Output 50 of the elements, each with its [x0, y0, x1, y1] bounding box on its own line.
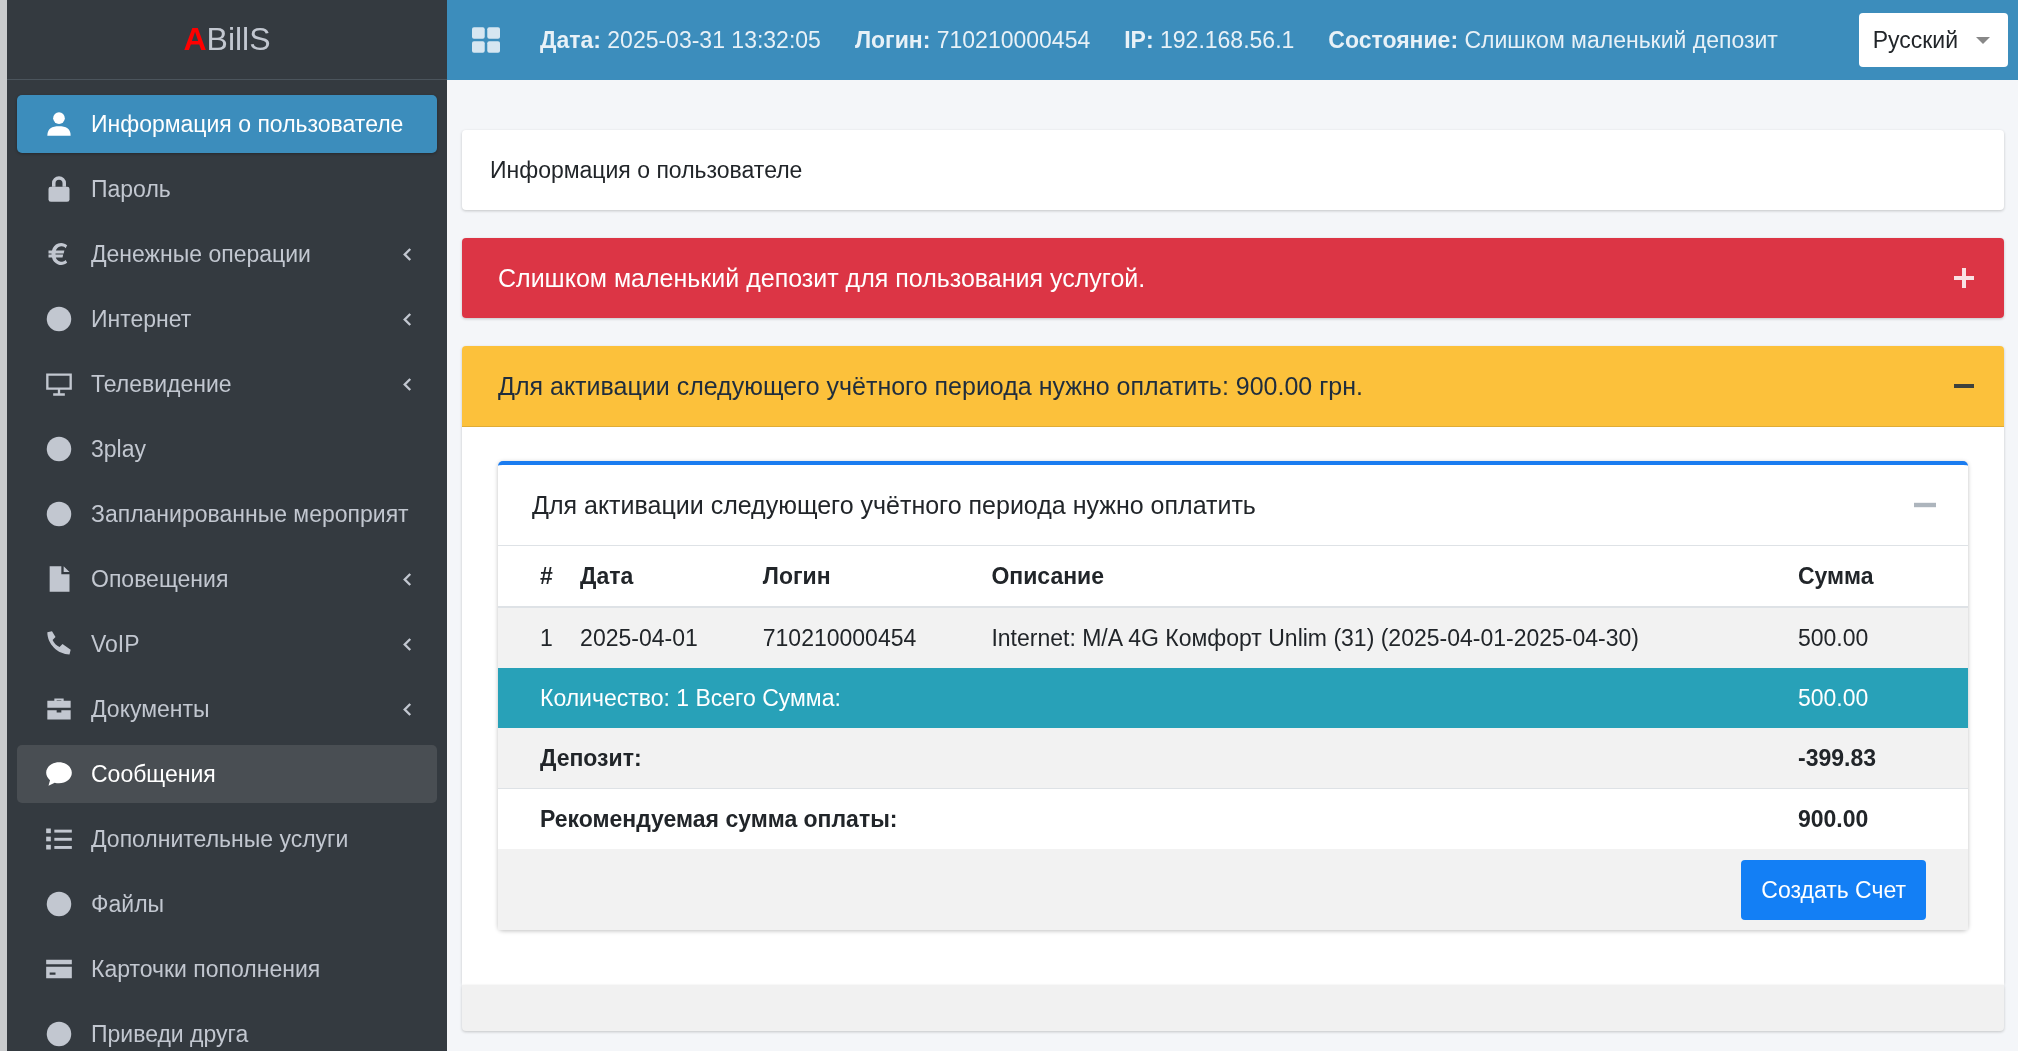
sidebar-item[interactable]: Приведи друга — [17, 1005, 437, 1051]
column-header: # — [498, 546, 563, 607]
header-info: Состояние: Слишком маленький депозит — [1328, 26, 1778, 54]
alert-text: Слишком маленький депозит для пользования услугой. — [498, 263, 1146, 293]
user-icon — [45, 110, 73, 138]
alert-text: Для активации следующего учётного периода нужно оплатить: 900.00 грн. — [498, 371, 1363, 401]
table-cell: 710210000454 — [720, 607, 950, 668]
card-title: Для активации следующего учётного периода нужно оплатить — [532, 490, 1256, 520]
page-title: Информация о пользователе — [490, 156, 803, 184]
table-cell: 500.00 — [1756, 668, 1968, 728]
header-info: Логин: 710210000454 — [854, 26, 1091, 54]
plus-icon[interactable] — [1954, 268, 1974, 288]
table-cell: 1 — [498, 607, 563, 668]
sidebar-item[interactable]: Дополнительные услуги — [17, 810, 437, 868]
table-cell: Рекомендуемая сумма оплаты: — [498, 788, 1756, 849]
sidebar-item[interactable]: Информация о пользователе — [17, 95, 437, 153]
table-cell: 2025-04-01 — [562, 607, 721, 668]
sidebar-item[interactable]: Файлы — [17, 875, 437, 933]
speech-bubble-icon — [45, 760, 73, 788]
grid-menu-icon[interactable] — [472, 27, 500, 53]
circle-icon — [45, 305, 73, 333]
sidebar-item[interactable]: Документы — [17, 680, 437, 738]
create-invoice-button[interactable]: Создать Счет — [1741, 860, 1926, 920]
table-cell: 500.00 — [1756, 607, 1968, 668]
sidebar-item[interactable]: Карточки пополнения — [17, 940, 437, 998]
header-info: IP: 192.168.56.1 — [1124, 26, 1295, 54]
sidebar-item[interactable]: Сообщения — [17, 745, 437, 803]
column-header: Сумма — [1756, 546, 1968, 607]
circle-icon — [45, 500, 73, 528]
column-header: Описание — [949, 546, 1756, 607]
sidebar-item[interactable]: Пароль — [17, 160, 437, 218]
table-cell: Internet: M/A 4G Комфорт Unlim (31) (2025-04-01-2025-04-30) — [949, 607, 1756, 668]
sidebar-item[interactable]: 3play — [17, 420, 437, 478]
table-cell: Депозит: — [498, 728, 1756, 789]
circle-icon — [45, 435, 73, 463]
sidebar-item[interactable]: VoIP — [17, 615, 437, 673]
header-info: Дата: 2025-03-31 13:32:05 — [540, 26, 821, 54]
sidebar-item[interactable]: Телевидение — [17, 355, 437, 413]
sidebar-item[interactable]: Оповещения — [17, 550, 437, 608]
language-select[interactable]: Русский — [1858, 13, 2008, 67]
column-header: Логин — [720, 546, 950, 607]
table-cell: Количество: 1 Всего Сумма: — [498, 668, 1756, 728]
sidebar-item[interactable]: Денежные операции — [17, 225, 437, 283]
circle-icon — [45, 890, 73, 918]
column-header: Дата — [562, 546, 721, 607]
table-cell: 900.00 — [1756, 788, 1968, 849]
table-cell: -399.83 — [1756, 728, 1968, 789]
sidebar-item[interactable]: Интернет — [17, 290, 437, 348]
sidebar-item[interactable]: Запланированные мероприят — [17, 485, 437, 543]
circle-icon — [45, 1020, 73, 1048]
